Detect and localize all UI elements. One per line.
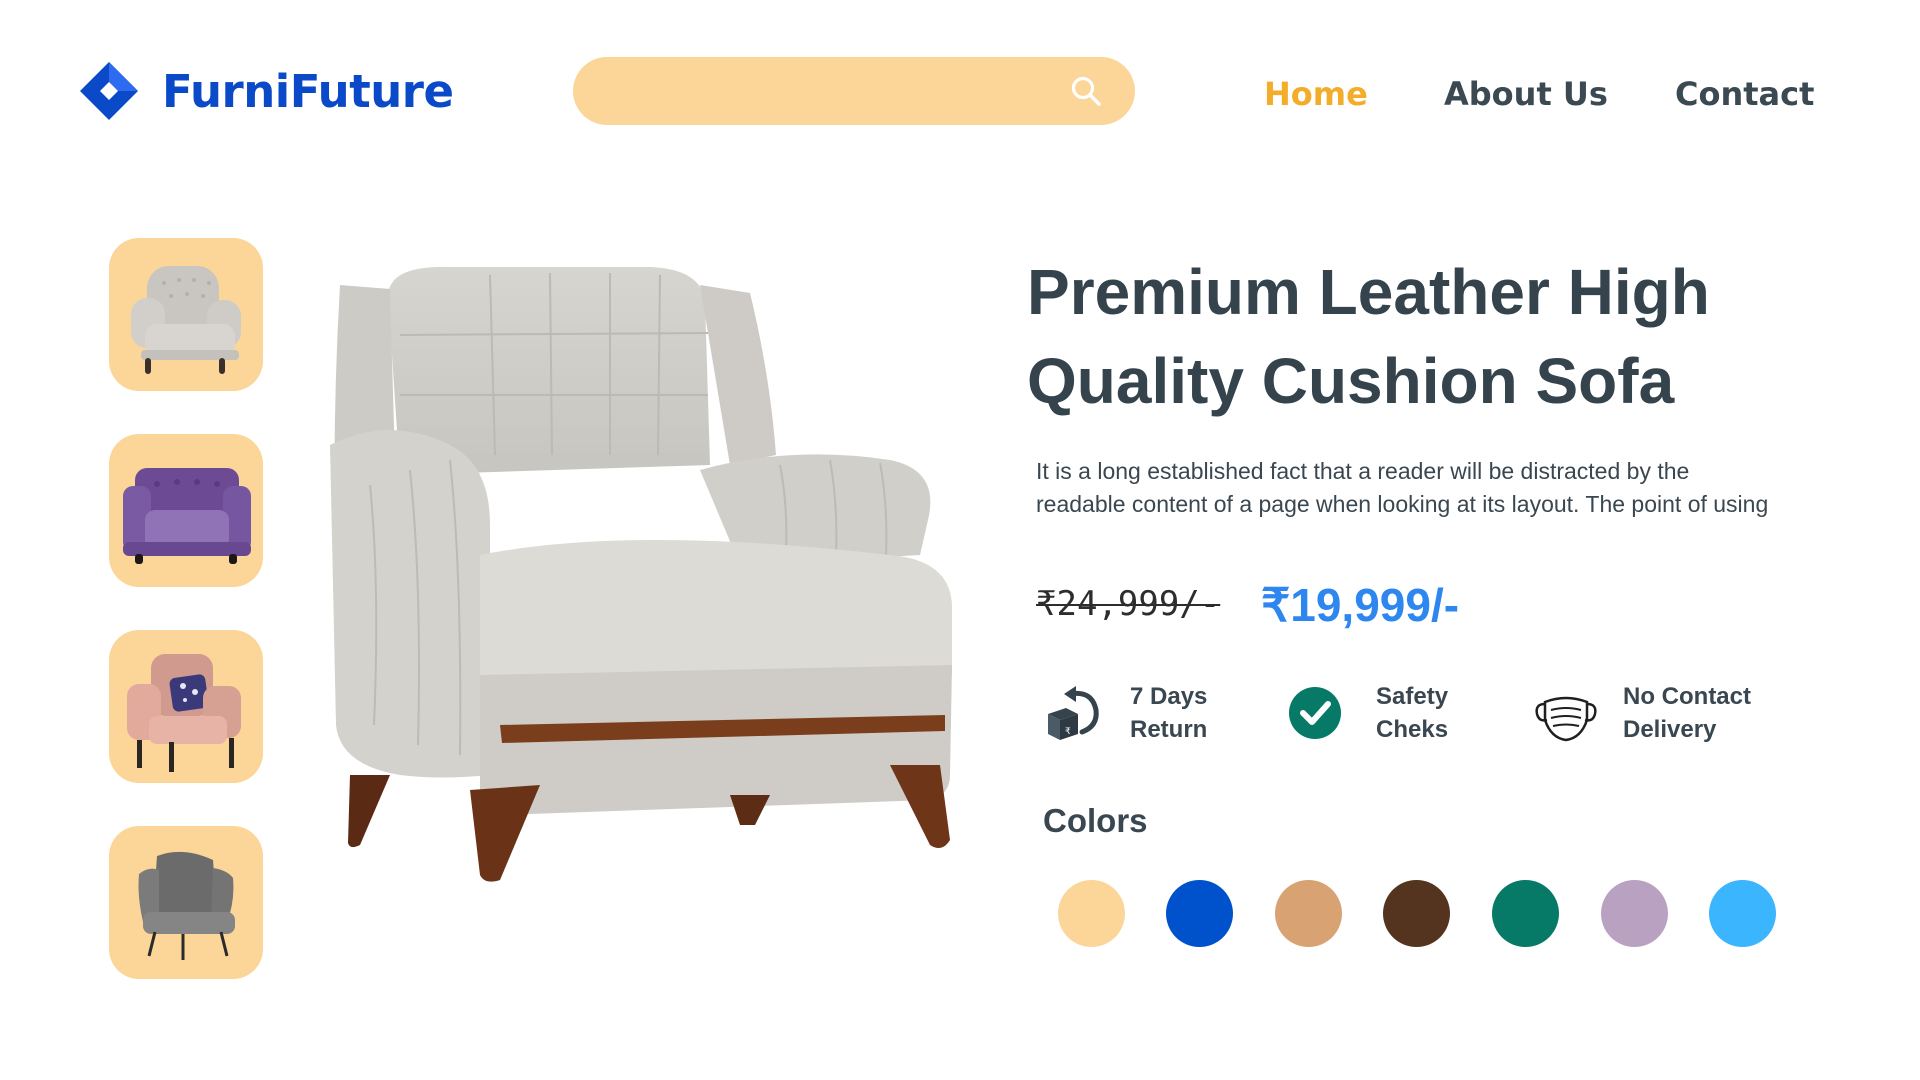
feature-safety-line-1: Safety bbox=[1376, 683, 1449, 710]
feature-safety-line-2: Cheks bbox=[1376, 716, 1449, 743]
feature-delivery: No Contact Delivery bbox=[1533, 680, 1803, 746]
sale-price: ₹19,999/- bbox=[1261, 579, 1460, 631]
beige-cushion-armchair-image bbox=[330, 266, 952, 882]
grey-wingback-chair-thumbnail bbox=[138, 851, 235, 960]
color-swatch-5[interactable] bbox=[1492, 880, 1559, 947]
color-swatch-3[interactable] bbox=[1275, 880, 1342, 947]
product-thumbnail-1[interactable] bbox=[109, 238, 263, 391]
nav-home-link[interactable]: Home bbox=[1264, 75, 1368, 113]
color-swatch-4[interactable] bbox=[1383, 880, 1450, 947]
purple-velvet-armchair-thumbnail bbox=[123, 468, 251, 564]
product-title-line-1: Premium Leather High bbox=[1027, 256, 1710, 328]
colors-heading: Colors bbox=[1043, 802, 1148, 839]
main-product-image bbox=[330, 255, 970, 910]
nav-contact-link[interactable]: Contact bbox=[1675, 75, 1814, 113]
original-price: ₹24,999/- bbox=[1036, 584, 1221, 624]
feature-return-line-1: 7 Days bbox=[1130, 683, 1208, 710]
product-thumbnail-3[interactable] bbox=[109, 630, 263, 783]
diamond-logo-icon bbox=[78, 60, 140, 122]
svg-text:₹: ₹ bbox=[1065, 727, 1071, 737]
feature-return-line-2: Return bbox=[1130, 716, 1208, 743]
face-mask-icon bbox=[1533, 680, 1599, 746]
nav-about-us-link[interactable]: About Us bbox=[1444, 75, 1608, 113]
pink-leather-armchair-thumbnail bbox=[127, 654, 241, 772]
brand-name: FurniFuture bbox=[162, 64, 454, 118]
check-circle-icon bbox=[1286, 680, 1352, 746]
feature-return-label: 7 Days Return bbox=[1130, 680, 1310, 746]
grey-tufted-armchair-thumbnail bbox=[131, 266, 241, 374]
brand-logo[interactable]: FurniFuture bbox=[78, 60, 454, 122]
feature-delivery-label: No Contact Delivery bbox=[1623, 680, 1803, 746]
feature-delivery-line-1: No Contact bbox=[1623, 683, 1751, 710]
color-swatch-7[interactable] bbox=[1709, 880, 1776, 947]
feature-safety-label: Safety Cheks bbox=[1376, 680, 1556, 746]
return-box-icon: ₹ bbox=[1040, 680, 1106, 746]
search-icon[interactable] bbox=[1069, 74, 1103, 108]
product-description: It is a long established fact that a rea… bbox=[1036, 458, 1769, 517]
product-thumbnail-2[interactable] bbox=[109, 434, 263, 587]
color-swatch-1[interactable] bbox=[1058, 880, 1125, 947]
search-input[interactable] bbox=[573, 57, 1135, 125]
feature-delivery-line-2: Delivery bbox=[1623, 716, 1717, 743]
feature-safety: Safety Cheks bbox=[1286, 680, 1556, 746]
product-title-line-2: Quality Cushion Sofa bbox=[1027, 345, 1675, 417]
color-swatch-2[interactable] bbox=[1166, 880, 1233, 947]
color-swatch-6[interactable] bbox=[1601, 880, 1668, 947]
product-title: Premium Leather High Quality Cushion Sof… bbox=[1027, 248, 1827, 426]
feature-return: ₹ 7 Days Return bbox=[1040, 680, 1310, 746]
product-thumbnail-4[interactable] bbox=[109, 826, 263, 979]
